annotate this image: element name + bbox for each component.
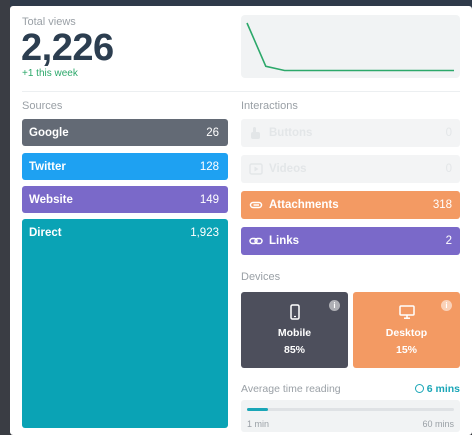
background-edge (0, 0, 10, 435)
views-sparkline (241, 15, 460, 78)
header-divider (22, 91, 460, 92)
slider-track (247, 408, 454, 411)
source-name: Direct (29, 227, 62, 239)
interaction-videos[interactable]: Videos 0 (241, 155, 460, 183)
avg-reading-value: 6 mins (414, 383, 460, 395)
interaction-count: 2 (445, 235, 452, 247)
source-twitter[interactable]: Twitter 128 (22, 153, 228, 180)
sparkline-chart (246, 22, 454, 72)
info-icon[interactable]: i (441, 300, 452, 311)
interaction-name: Buttons (269, 127, 313, 139)
source-count: 149 (199, 194, 219, 206)
interaction-buttons[interactable]: Buttons 0 (241, 119, 460, 147)
hand-pointer-icon (251, 127, 260, 139)
device-desktop[interactable]: i Desktop 15% (353, 292, 460, 368)
source-count: 26 (206, 127, 219, 139)
interaction-count: 318 (432, 199, 452, 211)
mobile-phone-icon (290, 304, 300, 320)
interaction-name: Links (269, 235, 300, 247)
sparkline-line (246, 22, 454, 72)
info-icon[interactable]: i (329, 300, 340, 311)
video-play-icon (249, 163, 263, 175)
interactions-label: Interactions (241, 100, 298, 112)
desktop-monitor-icon (399, 305, 415, 319)
interaction-count: 0 (445, 127, 452, 139)
source-count: 1,923 (190, 227, 219, 239)
device-mobile[interactable]: i Mobile 85% (241, 292, 348, 368)
link-icon (249, 237, 263, 245)
reading-time-slider: 1 min 60 mins (241, 400, 460, 432)
analytics-card: Total views 2,226 +1 this week Sources G… (10, 6, 472, 435)
slider-min-label: 1 min (247, 419, 270, 429)
interaction-name: Videos (269, 163, 307, 175)
total-views-delta: +1 this week (22, 68, 78, 79)
source-website[interactable]: Website 149 (22, 186, 228, 213)
clock-icon (414, 384, 424, 393)
devices-label: Devices (241, 271, 281, 283)
slider-max-label: 60 mins (422, 419, 454, 429)
avg-reading-label: Average time reading (241, 383, 341, 395)
source-name: Twitter (29, 161, 66, 173)
interaction-name: Attachments (269, 199, 339, 211)
avg-reading-text: 6 mins (426, 383, 460, 395)
sources-label: Sources (22, 100, 63, 112)
device-percentage: 85% (283, 344, 305, 356)
source-direct[interactable]: Direct 1,923 (22, 219, 228, 428)
device-percentage: 15% (395, 344, 417, 356)
total-views-value: 2,226 (21, 27, 114, 69)
device-name: Desktop (385, 327, 428, 339)
source-google[interactable]: Google 26 (22, 119, 228, 146)
slider-fill (247, 408, 268, 411)
interaction-attachments[interactable]: Attachments 318 (241, 191, 460, 219)
interaction-count: 0 (445, 163, 452, 175)
source-count: 128 (199, 161, 219, 173)
source-name: Website (29, 194, 73, 206)
device-name: Mobile (277, 327, 312, 339)
source-name: Google (29, 127, 69, 139)
paperclip-icon (249, 201, 263, 209)
interaction-links[interactable]: Links 2 (241, 227, 460, 255)
